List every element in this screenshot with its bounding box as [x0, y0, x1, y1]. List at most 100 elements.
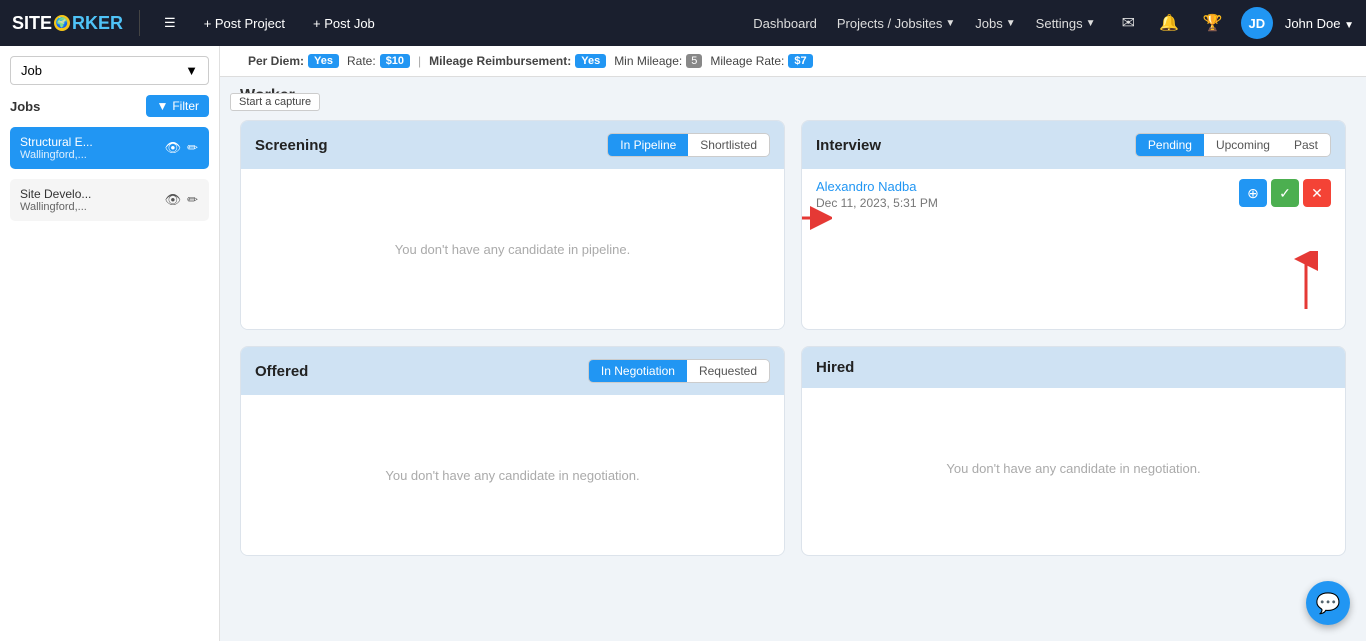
hired-card: Hired You don't have any candidate in ne… — [801, 346, 1346, 556]
sidebar-item-text: Site Develo... Wallingford,... — [20, 187, 91, 213]
bell-icon-button[interactable]: 🔔 — [1153, 9, 1185, 37]
close-icon: ✕ — [1311, 185, 1323, 202]
offered-card-header: Offered In Negotiation Requested — [241, 347, 784, 395]
interview-card-header: Interview Pending Upcoming Past — [802, 121, 1345, 169]
nav-links: Dashboard Projects / Jobsites ▼ Jobs ▼ S… — [745, 12, 1103, 35]
worker-section: Worker — [220, 77, 1366, 110]
top-navigation: SITE🌍RKER ☰ + Post Project + Post Job Da… — [0, 0, 1366, 46]
sidebar-jobs-label: Jobs — [10, 99, 40, 114]
offered-title: Offered — [255, 363, 308, 380]
tooltip-box: Start a capture — [230, 93, 320, 111]
chevron-down-icon: ▼ — [945, 18, 955, 29]
view-icon-button-2[interactable]: 👁 — [164, 191, 183, 209]
edit-icon-button-2[interactable]: ✏ — [186, 191, 199, 209]
screening-card: Screening In Pipeline Shortlisted You do… — [240, 120, 785, 330]
hired-card-header: Hired — [802, 347, 1345, 388]
filter-icon: ▼ — [156, 99, 168, 113]
chevron-down-icon: ▼ — [1086, 18, 1096, 29]
post-job-button[interactable]: + Post Job — [305, 12, 383, 35]
screening-tab-in-pipeline[interactable]: In Pipeline — [608, 134, 688, 156]
logo-text: SITE — [12, 13, 52, 34]
post-project-button[interactable]: + Post Project — [196, 12, 293, 35]
screening-tab-shortlisted[interactable]: Shortlisted — [688, 134, 769, 156]
chat-icon: 💬 — [1316, 591, 1341, 616]
sidebar-item-actions: 👁 ✏ — [164, 139, 199, 157]
mail-icon-button[interactable]: ✉ — [1116, 9, 1141, 37]
candidate-name-link[interactable]: Alexandro Nadba — [816, 179, 916, 194]
min-mileage-info: Min Mileage: 5 — [614, 54, 702, 68]
worker-title: Worker — [240, 87, 1346, 105]
min-mileage-badge: 5 — [686, 54, 702, 68]
sidebar-item-text: Structural E... Wallingford,... — [20, 135, 93, 161]
cards-grid: Screening In Pipeline Shortlisted You do… — [220, 110, 1366, 576]
offered-empty-text: You don't have any candidate in negotiat… — [385, 468, 639, 483]
offered-card: Offered In Negotiation Requested You don… — [240, 346, 785, 556]
interview-title: Interview — [816, 137, 881, 154]
logo-icon: 🌍 — [54, 15, 70, 31]
info-action-button[interactable]: ⊕ — [1239, 179, 1267, 207]
main-content: Start a capture Per Diem: Yes Rate: $10 … — [220, 46, 1366, 641]
per-diem-badge: Yes — [308, 54, 339, 68]
user-chevron-icon: ▼ — [1344, 20, 1354, 31]
avatar-button[interactable]: JD — [1241, 7, 1273, 39]
arrow-indicator-2 — [1291, 251, 1321, 314]
offered-tab-negotiation[interactable]: In Negotiation — [589, 360, 687, 382]
candidate-row: Alexandro Nadba Dec 11, 2023, 5:31 PM ⊕ … — [816, 179, 1331, 210]
nav-divider — [139, 10, 140, 36]
interview-tab-past[interactable]: Past — [1282, 134, 1330, 156]
dropdown-value: Job — [21, 63, 42, 78]
screening-empty-text: You don't have any candidate in pipeline… — [395, 242, 630, 257]
logo-worker: RKER — [72, 13, 123, 34]
edit-icon-button[interactable]: ✏ — [186, 139, 199, 157]
view-icon-button[interactable]: 👁 — [164, 139, 183, 157]
mileage-rate-badge: $7 — [788, 54, 812, 68]
trophy-icon-button[interactable]: 🏆 — [1197, 9, 1229, 37]
mileage-badge: Yes — [575, 54, 606, 68]
nav-dashboard[interactable]: Dashboard — [745, 12, 825, 35]
hired-card-body: You don't have any candidate in negotiat… — [802, 388, 1345, 548]
hired-title: Hired — [816, 359, 854, 376]
mileage-rate-info: Mileage Rate: $7 — [710, 54, 812, 68]
user-name[interactable]: John Doe ▼ — [1285, 16, 1354, 31]
offered-tab-requested[interactable]: Requested — [687, 360, 769, 382]
mileage-info: Mileage Reimbursement: Yes — [429, 54, 606, 68]
sidebar-item-actions-2: 👁 ✏ — [164, 191, 199, 209]
menu-button[interactable]: ☰ — [156, 11, 184, 35]
info-bar: Start a capture Per Diem: Yes Rate: $10 … — [220, 46, 1366, 77]
screening-title: Screening — [255, 137, 328, 154]
screening-card-header: Screening In Pipeline Shortlisted — [241, 121, 784, 169]
screening-card-body: You don't have any candidate in pipeline… — [241, 169, 784, 329]
sidebar-dropdown[interactable]: Job ▼ — [10, 56, 209, 85]
sidebar-section: Jobs ▼ Filter — [10, 95, 209, 117]
hamburger-icon: ☰ — [164, 15, 176, 31]
interview-tab-pending[interactable]: Pending — [1136, 134, 1204, 156]
interview-action-buttons: ⊕ ✓ ✕ — [1239, 179, 1331, 207]
chevron-down-icon: ▼ — [1006, 18, 1016, 29]
chat-fab-button[interactable]: 💬 — [1306, 581, 1350, 625]
dropdown-chevron-icon: ▼ — [185, 63, 198, 78]
candidate-date: Dec 11, 2023, 5:31 PM — [816, 196, 938, 210]
sidebar-item-site[interactable]: Site Develo... Wallingford,... 👁 ✏ — [10, 179, 209, 221]
interview-tabs: Pending Upcoming Past — [1135, 133, 1331, 157]
screening-tabs: In Pipeline Shortlisted — [607, 133, 770, 157]
interview-tab-upcoming[interactable]: Upcoming — [1204, 134, 1282, 156]
nav-jobs[interactable]: Jobs ▼ — [967, 12, 1023, 35]
sidebar: Job ▼ Jobs ▼ Filter Structural E... Wall… — [0, 46, 220, 641]
rate-badge: $10 — [380, 54, 410, 68]
nav-projects[interactable]: Projects / Jobsites ▼ — [829, 12, 963, 35]
interview-card: Interview Pending Upcoming Past Alexandr… — [801, 120, 1346, 330]
sidebar-item-structural[interactable]: Structural E... Wallingford,... 👁 ✏ — [10, 127, 209, 169]
nav-settings[interactable]: Settings ▼ — [1028, 12, 1104, 35]
per-diem-info: Per Diem: Yes — [248, 54, 339, 68]
candidate-info: Alexandro Nadba Dec 11, 2023, 5:31 PM — [816, 179, 938, 210]
interview-card-body: Alexandro Nadba Dec 11, 2023, 5:31 PM ⊕ … — [802, 169, 1345, 220]
approve-action-button[interactable]: ✓ — [1271, 179, 1299, 207]
main-layout: Job ▼ Jobs ▼ Filter Structural E... Wall… — [0, 46, 1366, 641]
rate-info: Rate: $10 — [347, 54, 410, 68]
info-icon: ⊕ — [1247, 185, 1259, 202]
offered-card-body: You don't have any candidate in negotiat… — [241, 395, 784, 555]
checkmark-icon: ✓ — [1279, 185, 1291, 202]
offered-tabs: In Negotiation Requested — [588, 359, 770, 383]
filter-button[interactable]: ▼ Filter — [146, 95, 209, 117]
reject-action-button[interactable]: ✕ — [1303, 179, 1331, 207]
